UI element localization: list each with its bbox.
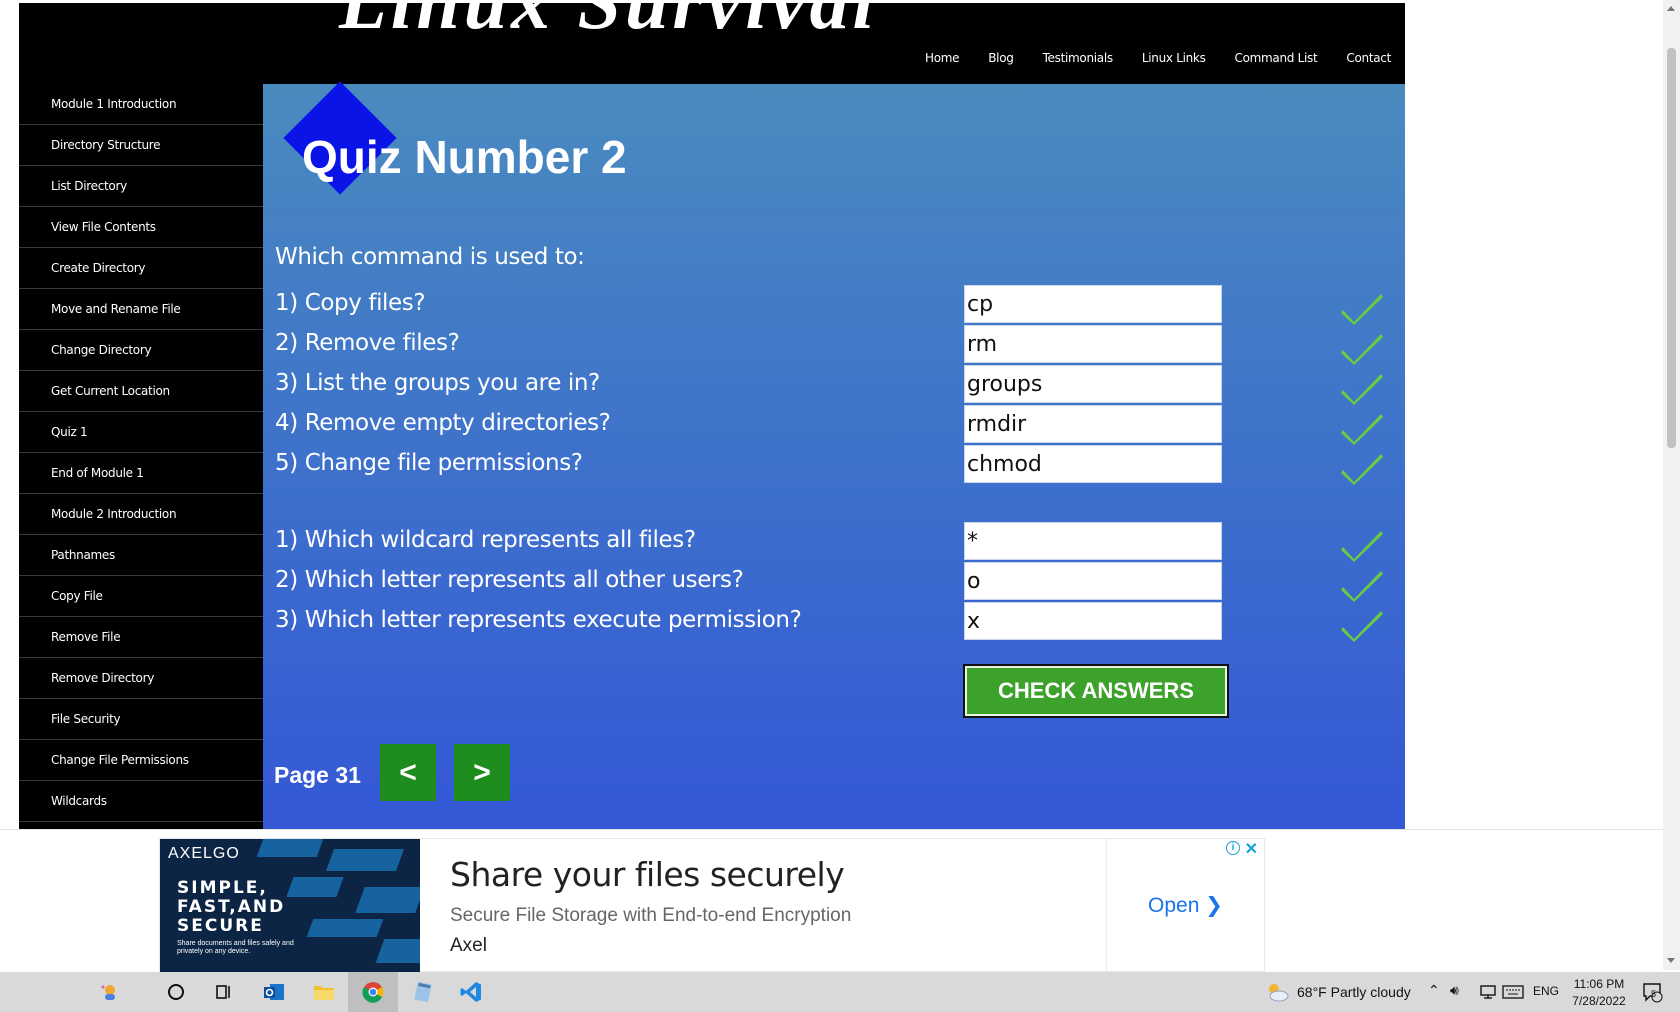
check-answers-button[interactable]: CHECK ANSWERS	[963, 664, 1229, 718]
weather-icon[interactable]	[1263, 978, 1291, 1006]
checkmark-icon	[1341, 294, 1383, 325]
checkmark-icon	[1341, 531, 1383, 562]
ad-small-print: Share documents and files safely and pri…	[177, 940, 294, 955]
checkmark-icon	[1341, 414, 1383, 445]
sidebar-item-change-file-permissions[interactable]: Change File Permissions	[19, 740, 263, 781]
chevron-right-icon: ❯	[1205, 894, 1223, 917]
sidebar-item-wildcards[interactable]: Wildcards	[19, 781, 263, 822]
sidebar-item-module-1-introduction[interactable]: Module 1 Introduction	[19, 84, 263, 125]
answer-input[interactable]	[964, 365, 1222, 403]
speaker-icon[interactable]: 🔊︎	[1450, 982, 1459, 999]
question-label: 2) Which letter represents all other use…	[275, 567, 744, 593]
sidebar: Module 1 Introduction Directory Structur…	[19, 84, 263, 830]
sidebar-item-view-file-contents[interactable]: View File Contents	[19, 207, 263, 248]
nav-blog[interactable]: Blog	[988, 51, 1014, 65]
previous-page-button[interactable]: <	[380, 744, 436, 801]
question-label: 5) Change file permissions?	[275, 450, 583, 476]
vertical-scrollbar[interactable]	[1663, 0, 1680, 970]
ad-banner[interactable]: AXELGO SIMPLE, FAST,AND SECURE Share doc…	[159, 838, 1265, 973]
checkmark-icon	[1341, 571, 1383, 602]
sidebar-item-file-security[interactable]: File Security	[19, 699, 263, 740]
ad-subline: Secure File Storage with End-to-end Encr…	[450, 905, 852, 926]
notification-count: 5	[1651, 989, 1657, 999]
outlook-icon[interactable]	[260, 978, 288, 1006]
question-label: 3) List the groups you are in?	[275, 370, 600, 396]
sidebar-item-module-2-introduction[interactable]: Module 2 Introduction	[19, 494, 263, 535]
ad-open-label: Open	[1148, 894, 1200, 917]
ad-open-button[interactable]: Open ❯	[1148, 893, 1223, 918]
answer-input[interactable]	[964, 285, 1222, 323]
scrollbar-thumb[interactable]	[1667, 48, 1676, 448]
sidebar-item-directory-structure[interactable]: Directory Structure	[19, 125, 263, 166]
keyboard-icon[interactable]	[1499, 978, 1527, 1006]
network-icon[interactable]	[1474, 978, 1502, 1006]
ad-headline[interactable]: Share your files securely	[450, 855, 845, 894]
language-indicator[interactable]: ENG	[1533, 984, 1559, 998]
question-label: 1) Copy files?	[275, 290, 426, 316]
nav-contact[interactable]: Contact	[1346, 51, 1391, 65]
sidebar-item-remove-directory[interactable]: Remove Directory	[19, 658, 263, 699]
nav-testimonials[interactable]: Testimonials	[1043, 51, 1114, 65]
sidebar-item-move-and-rename-file[interactable]: Move and Rename File	[19, 289, 263, 330]
question-label: 1) Which wildcard represents all files?	[275, 527, 696, 553]
scroll-down-arrow-icon[interactable]	[1667, 958, 1675, 963]
clock[interactable]: 11:06 PM 7/28/2022	[1565, 976, 1633, 1010]
sidebar-item-end-of-module-1[interactable]: End of Module 1	[19, 453, 263, 494]
taskbar: 68°F Partly cloudy ⌃ 🔊︎ ENG 11:06 PM 7/2…	[0, 972, 1680, 1012]
vscode-icon[interactable]	[457, 978, 485, 1006]
next-page-button[interactable]: >	[454, 744, 510, 801]
nav-home[interactable]: Home	[925, 51, 960, 65]
file-explorer-icon[interactable]	[310, 978, 338, 1006]
nav-command-list[interactable]: Command List	[1235, 51, 1318, 65]
sidebar-item-get-current-location[interactable]: Get Current Location	[19, 371, 263, 412]
divider	[1106, 839, 1107, 973]
site-header: Linux Survival Home Blog Testimonials Li…	[19, 3, 1405, 84]
ad-image[interactable]: AXELGO SIMPLE, FAST,AND SECURE Share doc…	[160, 839, 420, 973]
checkmark-icon	[1341, 374, 1383, 405]
answer-input[interactable]	[964, 445, 1222, 483]
sidebar-item-list-directory[interactable]: List Directory	[19, 166, 263, 207]
chrome-icon[interactable]	[359, 978, 387, 1006]
weather-status[interactable]: 68°F Partly cloudy	[1297, 984, 1411, 1000]
ad-brand-logo: AXELGO	[168, 845, 240, 862]
question-label: 3) Which letter represents execute permi…	[275, 607, 802, 633]
question-label: 2) Remove files?	[275, 330, 460, 356]
sidebar-item-remove-file[interactable]: Remove File	[19, 617, 263, 658]
chevron-up-icon[interactable]: ⌃	[1428, 982, 1440, 999]
ad-advertiser: Axel	[450, 935, 487, 956]
sidebar-item-pathnames[interactable]: Pathnames	[19, 535, 263, 576]
checkmark-icon	[1341, 454, 1383, 485]
search-highlight-icon[interactable]	[96, 978, 124, 1006]
checkmark-icon	[1341, 611, 1383, 642]
answer-input[interactable]	[964, 405, 1222, 443]
task-view-icon[interactable]	[210, 978, 238, 1006]
sidebar-item-create-directory[interactable]: Create Directory	[19, 248, 263, 289]
info-icon[interactable]: i	[1226, 841, 1240, 855]
close-icon[interactable]: ✕	[1245, 839, 1258, 859]
top-nav: Home Blog Testimonials Linux Links Comma…	[925, 51, 1391, 65]
page-title: Quiz Number 2	[302, 131, 627, 183]
answer-input[interactable]	[964, 325, 1222, 363]
clock-date: 7/28/2022	[1572, 994, 1626, 1008]
clock-time: 11:06 PM	[1573, 977, 1625, 991]
sidebar-item-copy-file[interactable]: Copy File	[19, 576, 263, 617]
cortana-icon[interactable]	[162, 978, 190, 1006]
sidebar-item-quiz-1[interactable]: Quiz 1	[19, 412, 263, 453]
answer-input[interactable]	[964, 562, 1222, 600]
ad-slogan: SIMPLE, FAST,AND SECURE	[177, 878, 286, 936]
notepad-icon[interactable]	[408, 978, 436, 1006]
answer-input[interactable]	[964, 602, 1222, 640]
answer-input[interactable]	[964, 522, 1222, 560]
quiz-intro: Which command is used to:	[275, 244, 585, 270]
checkmark-icon	[1341, 334, 1383, 365]
sidebar-item-change-directory[interactable]: Change Directory	[19, 330, 263, 371]
scroll-up-arrow-icon[interactable]	[1667, 6, 1675, 11]
site-title: Linux Survival	[339, 3, 878, 41]
nav-linux-links[interactable]: Linux Links	[1142, 51, 1206, 65]
page-number: Page 31	[274, 762, 361, 788]
question-label: 4) Remove empty directories?	[275, 410, 611, 436]
divider	[0, 829, 1663, 830]
